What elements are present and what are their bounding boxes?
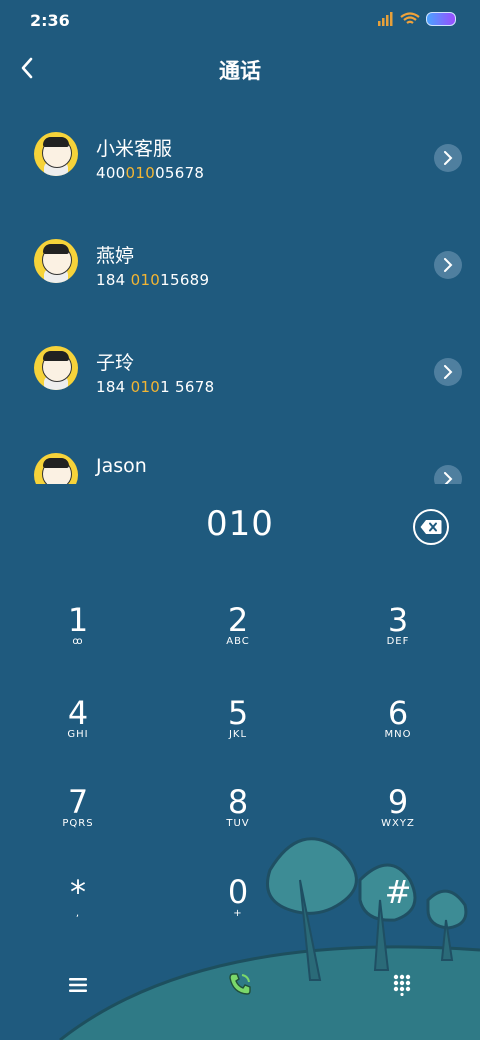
key-0[interactable]: 0 + <box>178 874 298 954</box>
contact-name: 子玲 <box>96 352 135 374</box>
page-title: 通话 <box>219 59 261 83</box>
chevron-right-icon <box>444 258 453 272</box>
dialpad-toggle-button[interactable] <box>384 970 420 1000</box>
call-button[interactable] <box>222 966 258 1002</box>
status-icons <box>378 12 456 26</box>
contact-number: 40001005678 <box>96 164 205 182</box>
avatar <box>34 239 78 283</box>
contact-name: 小米客服 <box>96 138 173 160</box>
contact-number: 184 0101 5678 <box>96 378 215 396</box>
menu-icon <box>69 978 87 992</box>
battery-icon <box>426 12 456 26</box>
contact-row[interactable]: 小米客服 40001005678 <box>0 104 480 211</box>
contact-number: 184 01015689 <box>96 271 210 289</box>
key-hash[interactable]: # <box>338 874 458 954</box>
key-5[interactable]: 5 JKL <box>178 695 298 775</box>
contact-row[interactable]: 燕婷 184 01015689 <box>0 211 480 318</box>
chevron-right-icon <box>444 472 453 484</box>
contact-detail-button[interactable] <box>434 251 462 279</box>
dialed-number[interactable]: 010 <box>0 504 480 544</box>
signal-icon <box>378 12 393 26</box>
key-3[interactable]: 3 DEF <box>338 602 458 682</box>
contact-row[interactable]: 子玲 184 0101 5678 <box>0 318 480 425</box>
contact-detail-button[interactable] <box>434 144 462 172</box>
contact-list: 小米客服 40001005678 燕婷 184 01015689 子玲 184 … <box>0 104 480 484</box>
key-8[interactable]: 8 TUV <box>178 784 298 864</box>
avatar <box>34 346 78 390</box>
contact-name: 燕婷 <box>96 245 135 267</box>
bottom-action-bar <box>0 960 480 1010</box>
menu-button[interactable] <box>60 970 96 1000</box>
contact-row[interactable]: Jason <box>0 425 480 484</box>
key-9[interactable]: 9 WXYZ <box>338 784 458 864</box>
contact-detail-button[interactable] <box>434 358 462 386</box>
phone-icon <box>229 973 251 995</box>
dialpad-icon <box>393 974 411 996</box>
chevron-right-icon <box>444 365 453 379</box>
key-2[interactable]: 2 ABC <box>178 602 298 682</box>
key-star[interactable]: *, <box>18 874 138 954</box>
status-bar: 2:36 <box>0 0 480 40</box>
avatar <box>34 453 78 484</box>
key-1[interactable]: 1ꝏ <box>18 602 138 682</box>
contact-name: Jason <box>96 455 147 477</box>
key-7[interactable]: 7 PQRS <box>18 784 138 864</box>
backspace-button[interactable] <box>413 509 449 545</box>
status-time: 2:36 <box>30 11 70 30</box>
chevron-right-icon <box>444 151 453 165</box>
wifi-icon <box>400 12 420 24</box>
key-6[interactable]: 6 MNO <box>338 695 458 775</box>
contact-detail-button[interactable] <box>434 465 462 484</box>
header: 通话 <box>0 45 480 95</box>
key-4[interactable]: 4 GHI <box>18 695 138 775</box>
avatar <box>34 132 78 176</box>
backspace-icon <box>420 520 442 534</box>
